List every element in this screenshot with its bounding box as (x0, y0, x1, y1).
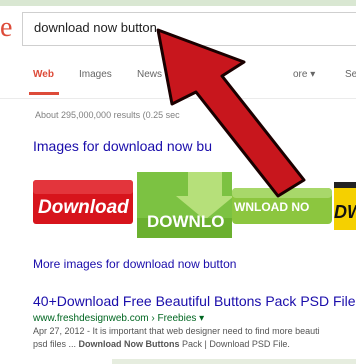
result-date: Apr 27, 2012 - (33, 326, 93, 336)
search-input[interactable]: download now button (22, 12, 356, 46)
thumbnail-download-yellow[interactable]: DW (334, 182, 356, 230)
active-tab-indicator (29, 92, 59, 95)
thumbnail-1-text: Download (38, 197, 129, 218)
result-url[interactable]: www.freshdesignweb.com › Freebies ▾ (33, 313, 204, 324)
snippet-bold-a: Download Now Buttons (78, 339, 180, 349)
thumbnail-3-text: WNLOAD NO (234, 200, 309, 214)
tab-more[interactable]: ore ▾ (293, 69, 315, 80)
next-result-preview (112, 359, 356, 364)
thumbnail-download-green[interactable]: DOWNLO (137, 172, 234, 238)
search-tabs: Web Images News ore ▾ Se (0, 62, 356, 96)
tab-news[interactable]: News (137, 69, 162, 80)
thumbnail-download-red[interactable]: Download (33, 180, 133, 224)
top-band (0, 0, 356, 6)
snippet-text-a: It is important that web designer need t… (92, 326, 320, 336)
result-title-link[interactable]: 40+Download Free Beautiful Buttons Pack … (33, 293, 356, 309)
snippet-text-c: Pack | Download PSD File. (179, 339, 290, 349)
more-images-link[interactable]: More images for download now button (33, 257, 236, 271)
tab-web[interactable]: Web (33, 69, 54, 80)
search-query-text: download now button (34, 20, 157, 35)
result-stats: About 295,000,000 results (0.25 sec (35, 110, 180, 120)
logo[interactable]: e (0, 14, 12, 42)
result-snippet: Apr 27, 2012 - It is important that web … (33, 325, 356, 351)
tab-images[interactable]: Images (79, 69, 112, 80)
image-thumbnails: Download DOWNLO WNLOAD NO DW (0, 168, 356, 238)
thumbnail-2-text: DOWNLO (147, 212, 224, 231)
thumbnail-4-text: DW (334, 202, 356, 222)
thumbnail-download-lime[interactable]: WNLOAD NO (232, 188, 332, 224)
divider (0, 98, 356, 99)
tab-search-tools[interactable]: Se (345, 69, 356, 80)
snippet-text-b: psd files ... (33, 339, 79, 349)
images-heading-link[interactable]: Images for download now bu (33, 138, 212, 154)
